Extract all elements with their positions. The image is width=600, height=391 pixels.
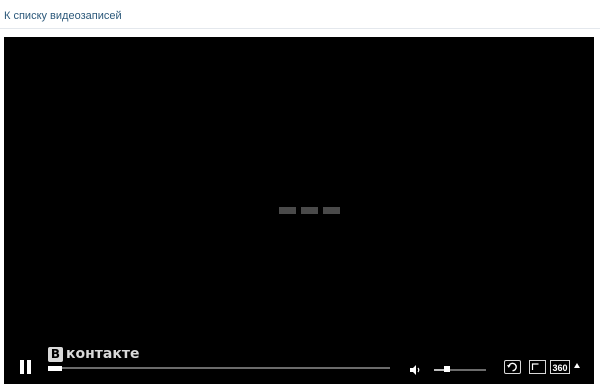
vk-logo-text: контакте [66, 346, 140, 362]
volume-knob[interactable] [444, 366, 450, 372]
loading-dot [301, 207, 318, 214]
volume-slider[interactable] [434, 366, 486, 372]
top-bar: К списку видеозаписей [0, 0, 600, 29]
loading-dot [279, 207, 296, 214]
pause-icon [27, 360, 31, 374]
repeat-icon [506, 362, 517, 372]
progress-bar[interactable] [48, 366, 390, 371]
player-controls: В контакте 360 [4, 345, 594, 384]
pause-icon [20, 360, 24, 374]
video-player[interactable]: В контакте 360 [4, 37, 594, 384]
caret-up-icon[interactable] [574, 363, 580, 368]
pause-button[interactable] [18, 360, 34, 377]
repeat-button[interactable] [504, 360, 521, 374]
loading-dot [323, 207, 340, 214]
back-to-video-list-link[interactable]: К списку видеозаписей [4, 10, 122, 22]
vk-logo-badge: В [48, 346, 63, 362]
expand-icon [531, 363, 539, 370]
volume-fill [434, 369, 444, 371]
vkontakte-watermark: В контакте [48, 345, 139, 363]
quality-button[interactable]: 360 [550, 360, 570, 374]
progress-fill [48, 366, 62, 371]
expand-button[interactable] [529, 360, 546, 374]
loading-indicator [279, 207, 340, 215]
speaker-icon[interactable] [409, 364, 421, 376]
